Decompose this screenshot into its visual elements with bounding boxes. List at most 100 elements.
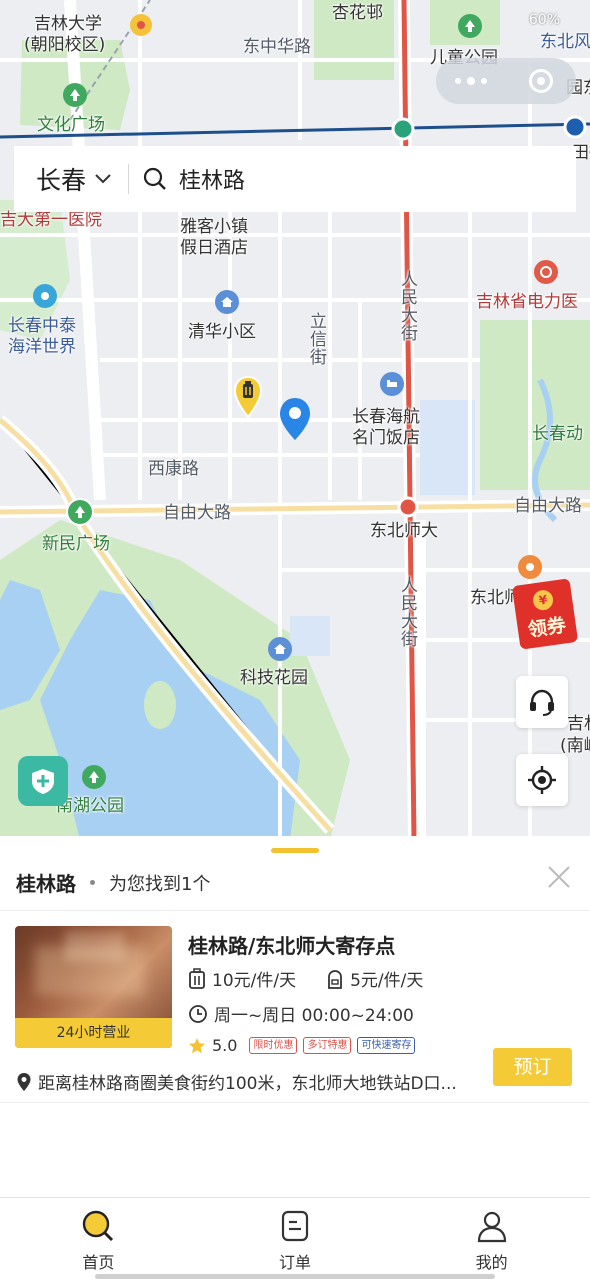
divider bbox=[128, 164, 130, 194]
search-icon bbox=[143, 167, 166, 190]
tab-label: 订单 bbox=[279, 1253, 312, 1272]
park-icon[interactable] bbox=[82, 765, 106, 789]
map-label: 西康路 bbox=[148, 459, 199, 479]
miniprogram-capsule bbox=[436, 58, 576, 104]
tab-label: 首页 bbox=[82, 1253, 115, 1272]
order-icon bbox=[281, 1210, 309, 1242]
location-pin-icon[interactable] bbox=[278, 396, 312, 442]
map-label: 新民广场 bbox=[42, 534, 110, 554]
results-count: 为您找到1个 bbox=[109, 873, 211, 895]
service-tag: 可快速寄存 bbox=[357, 1037, 416, 1054]
tab-label: 我的 bbox=[475, 1253, 508, 1272]
map-label: 假日酒店 bbox=[180, 238, 248, 258]
search-bar: 长春 桂林路 bbox=[14, 146, 576, 212]
map-label: 吉林省电力医 bbox=[476, 292, 578, 312]
park-icon[interactable] bbox=[458, 14, 482, 38]
park-icon[interactable] bbox=[63, 83, 87, 107]
results-sheet: 桂林路 为您找到1个 24小时营业 桂林路/东北师大寄存点 10元/件/天 5元… bbox=[0, 836, 590, 1198]
price-row: 10元/件/天 5元/件/天 bbox=[188, 966, 423, 991]
headset-icon bbox=[530, 689, 554, 716]
business-hours: 周一~周日 00:00~24:00 bbox=[214, 1006, 414, 1026]
map-label: (朝阳校区) bbox=[24, 35, 106, 55]
store-photo: 24小时营业 bbox=[15, 926, 172, 1048]
user-icon bbox=[477, 1211, 506, 1243]
map-label: 长春动 bbox=[532, 424, 583, 444]
map-label: 东中华路 bbox=[243, 37, 311, 57]
store-name: 桂林路/东北师大寄存点 bbox=[188, 934, 396, 958]
residential-icon[interactable] bbox=[215, 290, 239, 314]
tab-profile[interactable]: 我的 bbox=[393, 1198, 590, 1280]
storage-result-card[interactable]: 24小时营业 桂林路/东北师大寄存点 10元/件/天 5元/件/天 周一~周日 … bbox=[0, 912, 590, 1102]
small-item-price: 5元/件/天 bbox=[350, 971, 424, 991]
search-input[interactable]: 桂林路 bbox=[143, 163, 245, 195]
divider bbox=[0, 910, 590, 911]
results-header: 桂林路 为您找到1个 bbox=[16, 868, 210, 897]
open-hours-badge: 24小时营业 bbox=[15, 1018, 172, 1048]
map-label: 东北师大 bbox=[370, 521, 438, 541]
more-menu-button[interactable] bbox=[436, 76, 506, 85]
tab-orders[interactable]: 订单 bbox=[197, 1198, 394, 1280]
map-view[interactable]: 60% 吉林大学 (朝阳校区) 杏花邨 东中华路 儿童公园 东北风 园东 文化广… bbox=[0, 0, 590, 840]
map-label: 自由大路 bbox=[514, 496, 582, 516]
chevron-down-icon bbox=[95, 174, 111, 184]
divider bbox=[0, 1102, 590, 1103]
rating-score: 5.0 bbox=[212, 1036, 238, 1055]
book-button[interactable]: 预订 bbox=[493, 1048, 572, 1086]
map-label: 吉大第一医院 bbox=[0, 210, 102, 230]
safety-shield-button[interactable] bbox=[18, 756, 68, 806]
map-label: 人民大街 bbox=[397, 576, 417, 648]
map-label: 吉林 bbox=[567, 714, 590, 734]
status-bar: 60% bbox=[529, 12, 560, 28]
storage-point-marker[interactable] bbox=[233, 375, 263, 419]
hours-row: 周一~周日 00:00~24:00 bbox=[188, 1001, 414, 1026]
separator-dot bbox=[90, 880, 95, 885]
suitcase-icon bbox=[189, 967, 205, 989]
coupon-button[interactable]: ¥ 领券 bbox=[511, 578, 582, 650]
hospital-icon[interactable] bbox=[534, 260, 558, 284]
shield-icon bbox=[32, 769, 54, 794]
aquarium-icon[interactable] bbox=[33, 284, 57, 308]
large-item-price: 10元/件/天 bbox=[212, 971, 297, 991]
map-label: 清华小区 bbox=[188, 322, 256, 342]
map-label: 吉林大学 bbox=[34, 14, 102, 34]
close-miniprogram-button[interactable] bbox=[506, 69, 576, 93]
tab-home[interactable]: 首页 bbox=[0, 1198, 197, 1280]
hotel-icon[interactable] bbox=[380, 372, 404, 396]
city-selector[interactable]: 长春 bbox=[14, 146, 112, 212]
school-icon[interactable] bbox=[518, 555, 542, 579]
coupon-seal-icon: ¥ bbox=[531, 588, 555, 612]
map-label: 雅客小镇 bbox=[180, 217, 248, 237]
promo-tag: 限时优惠 bbox=[249, 1037, 298, 1054]
map-label: 杏花邨 bbox=[332, 3, 383, 23]
search-query: 桂林路 bbox=[179, 169, 246, 194]
map-label: 文化广场 bbox=[37, 115, 105, 135]
map-label: 立信街 bbox=[306, 312, 326, 366]
backpack-icon bbox=[328, 969, 342, 989]
sheet-drag-handle[interactable] bbox=[271, 848, 319, 853]
residential-icon[interactable] bbox=[268, 637, 292, 661]
locate-me-button[interactable] bbox=[516, 754, 568, 806]
promo-tag: 多订特惠 bbox=[303, 1037, 352, 1054]
city-name: 长春 bbox=[36, 166, 87, 195]
crosshair-icon bbox=[528, 766, 556, 794]
map-label: 东北风 bbox=[540, 32, 590, 52]
rating-row: 5.0 限时优惠 多订特惠 可快速寄存 bbox=[188, 1036, 416, 1055]
park-icon[interactable] bbox=[68, 500, 92, 524]
coupon-label: 领券 bbox=[526, 614, 568, 642]
battery-text: 60% bbox=[528, 12, 560, 28]
map-label: 名门饭店 bbox=[352, 428, 420, 448]
map-label: 自由大路 bbox=[163, 503, 231, 523]
map-label: 人民大街 bbox=[397, 270, 417, 342]
map-label: 海洋世界 bbox=[8, 337, 76, 357]
weibo-icon[interactable] bbox=[130, 14, 152, 36]
map-label: 长春海航 bbox=[352, 407, 420, 427]
customer-service-button[interactable] bbox=[516, 676, 568, 728]
close-icon[interactable] bbox=[546, 864, 572, 890]
map-label: 科技花园 bbox=[240, 668, 308, 688]
address-row: 距离桂林路商圈美食街约100米，东北师大地铁站D口... bbox=[16, 1069, 476, 1094]
location-icon bbox=[17, 1072, 31, 1091]
clock-icon bbox=[189, 1004, 207, 1023]
star-icon bbox=[189, 1037, 205, 1053]
search-icon bbox=[83, 1210, 114, 1242]
store-address: 距离桂林路商圈美食街约100米，东北师大地铁站D口... bbox=[38, 1074, 457, 1094]
